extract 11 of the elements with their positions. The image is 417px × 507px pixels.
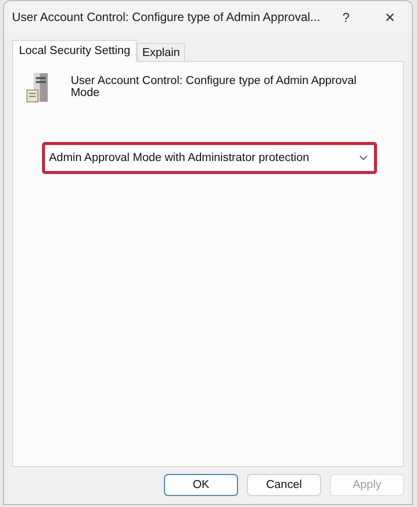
dialog-button[interactable]: Cancel xyxy=(247,474,321,496)
close-button[interactable]: ✕ xyxy=(368,1,412,33)
dialog-button[interactable]: OK xyxy=(164,474,238,496)
tab[interactable]: Local Security Setting xyxy=(12,40,138,62)
policy-name: User Account Control: Configure type of Admin Approval Mode xyxy=(70,75,358,99)
window-title: User Account Control: Configure type of Admin Approval... xyxy=(12,10,322,24)
tab[interactable]: Explain xyxy=(137,43,185,62)
chevron-down-icon xyxy=(359,155,368,161)
server-icon xyxy=(25,72,51,104)
setting-dropdown[interactable]: Admin Approval Mode with Administrator protection xyxy=(42,142,377,174)
help-button[interactable]: ? xyxy=(324,1,368,33)
